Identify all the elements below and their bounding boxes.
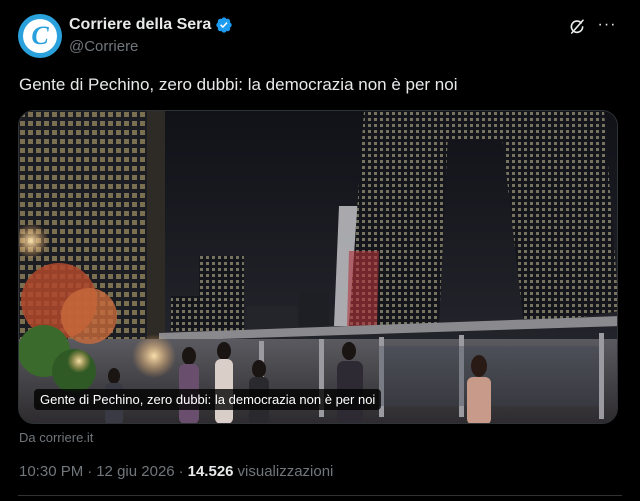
meta-separator: ·: [178, 463, 184, 480]
views-count: 14.526: [187, 463, 234, 480]
grok-icon: [570, 19, 584, 34]
divider: [18, 495, 622, 496]
grok-button[interactable]: [566, 16, 588, 38]
card-source-link[interactable]: Da corriere.it: [19, 430, 93, 445]
verified-badge-icon: [216, 17, 232, 33]
author-name-row: Corriere della Sera: [69, 16, 233, 34]
card-title: Gente di Pechino, zero dubbi: la democra…: [34, 389, 382, 410]
author-handle[interactable]: @Corriere: [69, 38, 138, 55]
views-label: visualizzazioni: [237, 463, 334, 480]
avatar-letter: C: [31, 21, 49, 50]
more-options-button[interactable]: ···: [596, 14, 618, 36]
meta-separator: ·: [87, 463, 93, 480]
display-name[interactable]: Corriere della Sera: [69, 16, 211, 34]
tweet-time[interactable]: 10:30 PM: [19, 463, 83, 480]
avatar[interactable]: C: [18, 14, 62, 58]
link-card[interactable]: Gente di Pechino, zero dubbi: la democra…: [18, 110, 618, 424]
tweet-date[interactable]: 12 giu 2026: [96, 463, 174, 480]
tweet: C Corriere della Sera @Corriere ··· Gent…: [0, 0, 640, 501]
tweet-text: Gente di Pechino, zero dubbi: la democra…: [19, 75, 458, 94]
card-photo: [19, 111, 617, 423]
tweet-meta: 10:30 PM · 12 giu 2026 · 14.526 visualiz…: [19, 463, 333, 480]
avatar-logo: C: [23, 19, 57, 53]
